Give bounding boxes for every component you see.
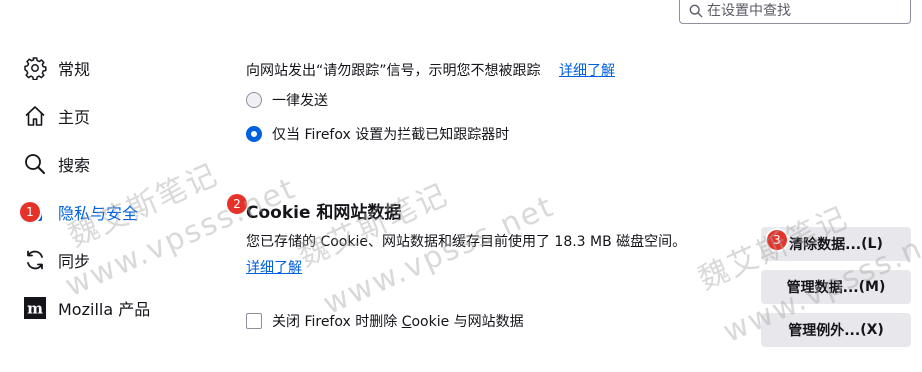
manage-data-label: 管理数据... <box>786 280 859 296</box>
radio-button[interactable] <box>246 92 262 108</box>
radio-label: 仅当 Firefox 设置为拦截已知跟踪器时 <box>272 127 510 143</box>
sidebar-item-label: 主页 <box>58 108 91 127</box>
accesskey-l: (L) <box>861 236 883 252</box>
sidebar-item-label: 搜索 <box>58 156 91 175</box>
svg-text:m: m <box>27 300 43 318</box>
manage-data-button[interactable]: 管理数据... (M) <box>761 270 911 304</box>
sidebar-item-label: Mozilla 产品 <box>58 300 151 319</box>
cookies-learn-more-link[interactable]: 详细了解 <box>246 257 302 277</box>
manage-exceptions-label: 管理例外... <box>788 323 861 339</box>
search-input[interactable] <box>707 3 897 19</box>
sidebar-item-home[interactable]: 主页 <box>22 99 90 133</box>
search-icon <box>689 4 703 18</box>
sidebar-item-sync[interactable]: 同步 <box>22 243 90 277</box>
radio-button-selected[interactable] <box>246 126 262 142</box>
dnt-option-always[interactable]: 一律发送 <box>246 90 328 110</box>
sidebar-item-mozilla-products[interactable]: m Mozilla 产品 <box>22 291 150 325</box>
radio-label: 一律发送 <box>272 93 328 109</box>
dnt-row: 向网站发出“请勿跟踪”信号，示明您不想被跟踪 详细了解 <box>246 60 615 80</box>
sidebar-item-label: 同步 <box>58 252 91 271</box>
accesskey-x: (X) <box>860 322 884 338</box>
sidebar-item-general[interactable]: 常规 <box>22 51 90 85</box>
cookies-description: 您已存储的 Cookie、网站数据和缓存目前使用了 18.3 MB 磁盘空间。 <box>246 234 687 250</box>
lock-icon: 1 <box>20 199 48 225</box>
dnt-learn-more-link[interactable]: 详细了解 <box>559 63 615 79</box>
settings-search-box[interactable] <box>679 0 911 24</box>
dnt-description: 向网站发出“请勿跟踪”信号，示明您不想被跟踪 <box>246 63 541 79</box>
step-badge-1: 1 <box>20 202 40 222</box>
clear-data-label: 清除数据... <box>789 237 862 253</box>
sidebar-item-label: 常规 <box>58 60 91 79</box>
cookies-section-title: Cookie 和网站数据 <box>246 203 402 223</box>
step-badge-3: 3 <box>767 230 787 250</box>
manage-exceptions-button[interactable]: 管理例外... (X) <box>761 313 911 347</box>
checkbox[interactable] <box>246 313 262 329</box>
mozilla-icon: m <box>22 295 48 321</box>
gear-icon <box>22 55 48 81</box>
sidebar-item-privacy[interactable]: 1 隐私与安全 <box>20 195 139 229</box>
dnt-option-only-when-blocking[interactable]: 仅当 Firefox 设置为拦截已知跟踪器时 <box>246 124 509 144</box>
accesskey-m: (M) <box>858 279 886 295</box>
checkbox-label: 关闭 Firefox 时删除 Cookie 与网站数据 <box>272 314 524 330</box>
step-badge-2: 2 <box>227 194 247 214</box>
search-icon <box>22 151 48 177</box>
delete-cookies-on-close-option[interactable]: 关闭 Firefox 时删除 Cookie 与网站数据 <box>246 311 524 331</box>
sync-icon <box>22 247 48 273</box>
sidebar-item-search[interactable]: 搜索 <box>22 147 90 181</box>
home-icon <box>22 103 48 129</box>
sidebar-item-label: 隐私与安全 <box>58 204 139 223</box>
